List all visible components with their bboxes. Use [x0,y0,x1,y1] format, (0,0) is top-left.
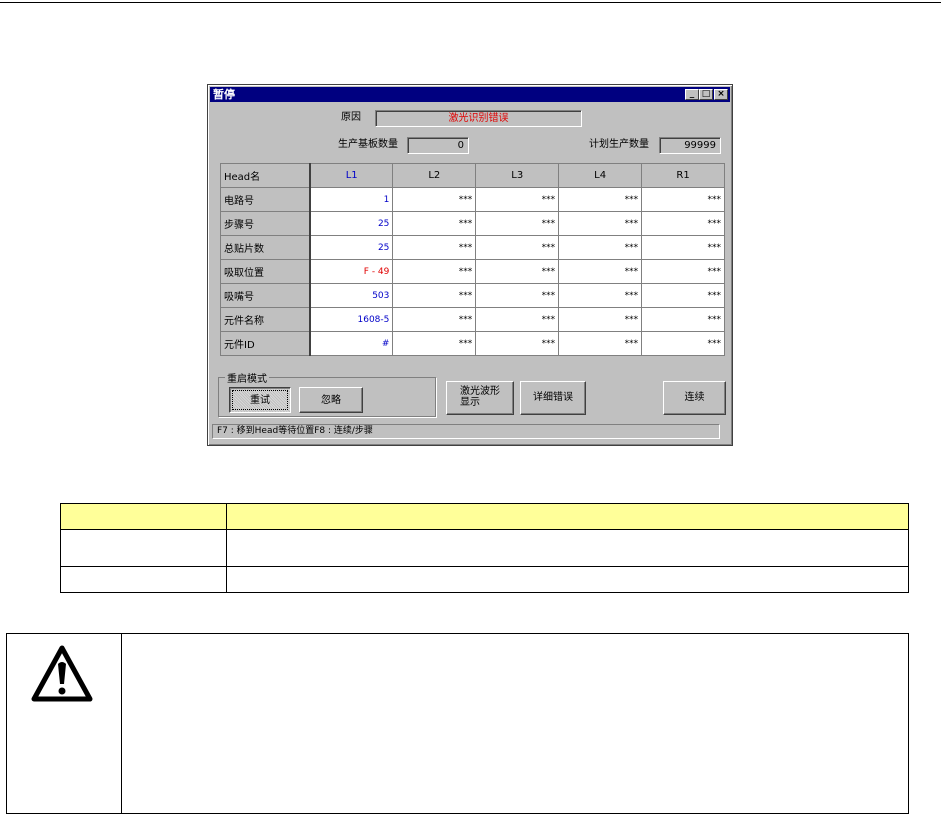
reason-label: 原因 [341,112,361,123]
table-row: 元件ID # *** *** *** *** [220,331,725,356]
column-header[interactable]: L3 [475,163,560,188]
grid-cell: *** [475,211,560,236]
dialog-title: 暂停 [213,88,235,101]
warning-icon [31,645,93,702]
row-header: 元件ID [220,331,311,356]
table-cell [60,566,227,593]
column-header: Head名 [220,163,311,188]
detail-error-button[interactable]: 详细错误 [520,381,586,415]
table-cell [60,529,227,567]
grid-cell: *** [392,235,477,260]
title-bar: 暂停 _ □ × [210,87,730,102]
table-cell [226,503,909,530]
produced-count-label: 生产基板数量 [338,139,398,150]
grid-cell: *** [558,187,643,212]
page-top-rule [0,2,941,3]
close-icon[interactable]: × [714,89,728,100]
grid-cell: *** [641,259,725,284]
grid-cell: *** [392,187,477,212]
table-cell [60,503,227,530]
laser-waveform-label-1: 激光波形 [460,386,500,397]
table-row: 吸嘴号 503 *** *** *** *** [220,283,725,308]
grid-cell: *** [641,283,725,308]
grid-cell: *** [475,259,560,284]
row-header: 电路号 [220,187,311,212]
retry-button[interactable]: 重试 [229,387,291,413]
row-header: 吸嘴号 [220,283,311,308]
row-header: 步骤号 [220,211,311,236]
produced-count-field: 0 [407,137,469,154]
maximize-icon[interactable]: □ [699,89,713,100]
reason-field: 激光识别错误 [375,110,582,127]
planned-count-label: 计划生产数量 [589,139,649,150]
row-header: 总贴片数 [220,235,311,260]
grid-cell: *** [475,187,560,212]
table-cell [226,529,909,567]
row-header: 元件名称 [220,307,311,332]
grid-cell: *** [475,283,560,308]
grid-cell: *** [392,259,477,284]
head-info-grid: Head名 L1 L2 L3 L4 R1 电路号 1 *** *** *** *… [220,163,725,356]
grid-cell: *** [475,307,560,332]
skip-button[interactable]: 忽略 [299,387,363,413]
grid-cell: *** [641,211,725,236]
grid-cell: F - 49 [309,259,394,284]
grid-cell: *** [641,331,725,356]
table-row [60,503,909,530]
grid-cell: *** [392,283,477,308]
table-row: 总贴片数 25 *** *** *** *** [220,235,725,260]
row-header: 吸取位置 [220,259,311,284]
column-header[interactable]: L2 [392,163,477,188]
grid-cell: 25 [309,211,394,236]
laser-waveform-button[interactable]: 激光波形 显示 [446,381,514,415]
description-table [60,503,909,593]
grid-cell: *** [641,235,725,260]
table-row: 吸取位置 F - 49 *** *** *** *** [220,259,725,284]
grid-cell: 503 [309,283,394,308]
grid-cell: *** [641,307,725,332]
column-header[interactable]: L4 [558,163,643,188]
pause-dialog: 暂停 _ □ × 原因 激光识别错误 生产基板数量 0 计划生产数量 99999… [207,84,733,446]
minimize-icon[interactable]: _ [685,89,699,100]
table-row [60,529,909,567]
grid-cell: *** [392,307,477,332]
continue-button[interactable]: 连续 [663,381,726,415]
grid-cell: *** [558,259,643,284]
grid-cell: *** [475,235,560,260]
grid-cell: *** [558,307,643,332]
grid-cell: *** [558,283,643,308]
table-row: 步骤号 25 *** *** *** *** [220,211,725,236]
grid-cell: 1 [309,187,394,212]
grid-cell: *** [558,331,643,356]
table-row [60,566,909,593]
table-row: 元件名称 1608-5 *** *** *** *** [220,307,725,332]
grid-cell: # [309,331,394,356]
table-row: 电路号 1 *** *** *** *** [220,187,725,212]
status-bar: F7 : 移到Head等待位置F8 : 连续/步骤 [212,424,720,439]
column-header[interactable]: R1 [641,163,725,188]
grid-cell: *** [392,331,477,356]
laser-waveform-label-2: 显示 [460,397,480,408]
restart-mode-legend: 重启模式 [225,370,269,385]
grid-cell: *** [392,211,477,236]
grid-cell: *** [475,331,560,356]
grid-cell: 25 [309,235,394,260]
table-cell [226,566,909,593]
grid-cell: *** [558,235,643,260]
restart-mode-group: 重启模式 重试 忽略 [218,370,436,417]
grid-cell: *** [641,187,725,212]
grid-header-row: Head名 L1 L2 L3 L4 R1 [220,163,725,188]
column-header[interactable]: L1 [309,163,394,188]
caution-box [6,633,909,814]
grid-cell: 1608-5 [309,307,394,332]
caution-divider [121,634,122,813]
grid-cell: *** [558,211,643,236]
planned-count-field: 99999 [659,137,721,154]
